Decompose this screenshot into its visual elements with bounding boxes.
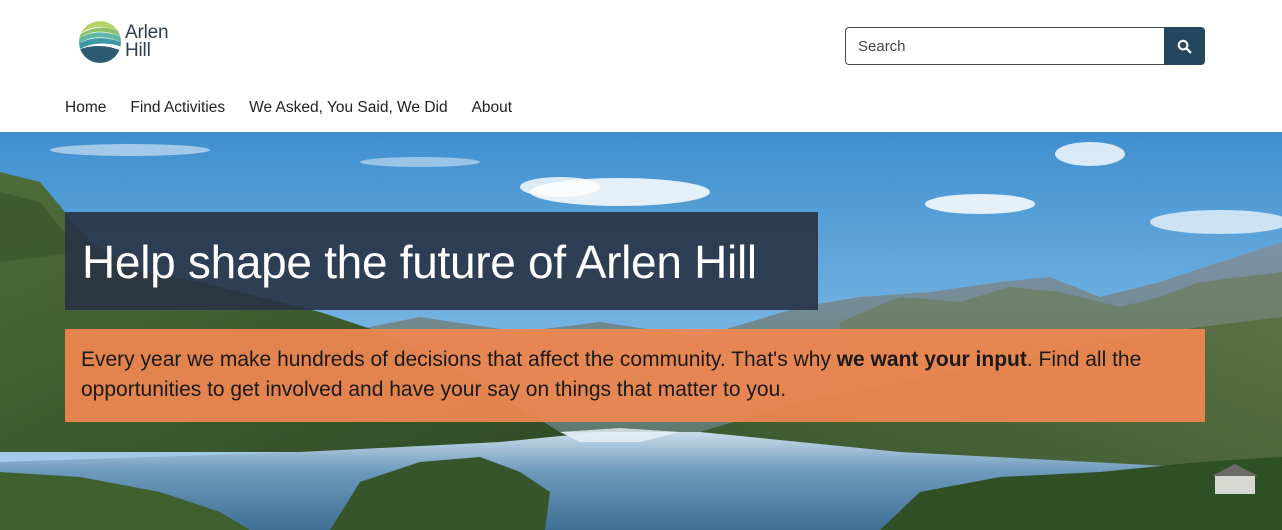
site-logo[interactable]: Arlen Hill xyxy=(78,19,188,65)
hero-banner: Help shape the future of Arlen Hill Ever… xyxy=(0,132,1282,530)
hero-title-box: Help shape the future of Arlen Hill xyxy=(65,212,818,310)
search-input[interactable] xyxy=(845,27,1165,65)
hero-intro-before: Every year we make hundreds of decisions… xyxy=(81,348,837,371)
hero-intro-text: Every year we make hundreds of decisions… xyxy=(81,345,1191,405)
nav-link-we-asked[interactable]: We Asked, You Said, We Did xyxy=(249,98,447,118)
search-icon xyxy=(1177,39,1192,53)
hero-intro-box: Every year we make hundreds of decisions… xyxy=(65,329,1205,422)
hero-intro-emphasis: we want your input xyxy=(836,348,1027,371)
nav-link-home[interactable]: Home xyxy=(65,98,106,118)
hills-logo-icon xyxy=(79,21,121,63)
main-nav: Home Find Activities We Asked, You Said,… xyxy=(65,98,512,118)
site-header: Arlen Hill Home Find Activities We Asked… xyxy=(0,0,1282,132)
logo-line-2: Hill xyxy=(125,40,151,61)
nav-link-find-activities[interactable]: Find Activities xyxy=(130,98,225,118)
logo-wordmark: Arlen Hill xyxy=(125,23,169,61)
nav-link-about[interactable]: About xyxy=(472,98,513,118)
hero-title: Help shape the future of Arlen Hill xyxy=(82,236,757,288)
search-button[interactable] xyxy=(1164,27,1205,65)
search-form xyxy=(845,27,1205,65)
